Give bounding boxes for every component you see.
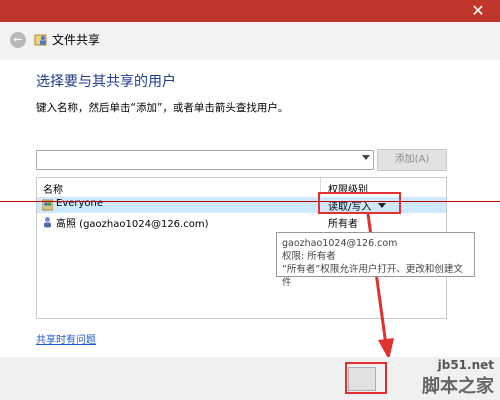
tooltip-email: gaozhao1024@126.com bbox=[282, 238, 398, 249]
user-tooltip: gaozhao1024@126.com 权限: 所有者 “所有者”权限允许用户打… bbox=[276, 232, 475, 288]
annotation-highlight-box bbox=[345, 362, 387, 394]
watermark-brand: 脚本之家 bbox=[422, 376, 494, 397]
tooltip-permission: 权限: 所有者 bbox=[282, 251, 336, 262]
watermark-site: jb51.net bbox=[437, 358, 494, 372]
sharing-help-link[interactable]: 共享时有问题 bbox=[36, 331, 96, 346]
watermark: jb51.net 脚本之家 bbox=[422, 358, 494, 398]
tooltip-description: “所有者”权限允许用户打开、更改和创建文件 bbox=[282, 264, 463, 288]
file-sharing-window: ✕ ← 文件共享 选择要与其共享的用户 键入名称，然后单击“添加”，或者单击箭头… bbox=[0, 0, 500, 400]
